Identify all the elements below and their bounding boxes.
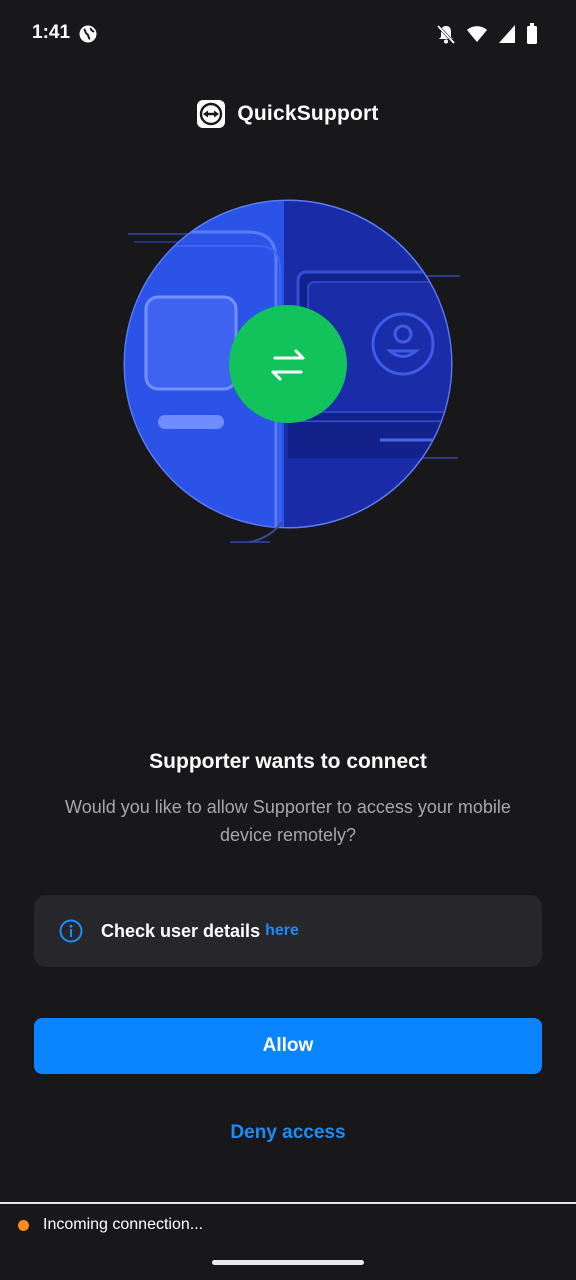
wifi-icon — [467, 26, 487, 42]
connection-status-text: Incoming connection... — [43, 1216, 204, 1233]
home-indicator[interactable] — [212, 1260, 364, 1265]
status-bar: 1:41 — [0, 0, 576, 68]
connection-status-bar: Incoming connection... — [0, 1204, 576, 1280]
dialog-message: Would you like to allow Supporter to acc… — [65, 797, 511, 845]
mute-icon — [436, 24, 456, 45]
info-icon — [59, 919, 83, 943]
status-icons — [436, 22, 538, 46]
app-title: QuickSupport — [237, 102, 379, 125]
user-details-link[interactable]: here — [265, 922, 299, 940]
deny-access-button[interactable]: Deny access — [0, 1122, 576, 1144]
dialog-title: Supporter wants to connect — [149, 750, 427, 773]
teamviewer-logo-icon — [197, 100, 226, 128]
battery-icon — [527, 23, 537, 44]
app-header: QuickSupport — [0, 96, 576, 132]
connection-illustration — [123, 199, 460, 543]
user-details-text: Check user details — [101, 920, 261, 941]
status-dot-icon — [18, 1220, 29, 1231]
allow-button[interactable]: Allow — [34, 1018, 542, 1074]
signal-icon — [499, 25, 515, 43]
status-time: 1:41 — [32, 22, 71, 43]
user-details-card: Check user details here — [34, 895, 542, 967]
globe-icon — [79, 25, 97, 43]
